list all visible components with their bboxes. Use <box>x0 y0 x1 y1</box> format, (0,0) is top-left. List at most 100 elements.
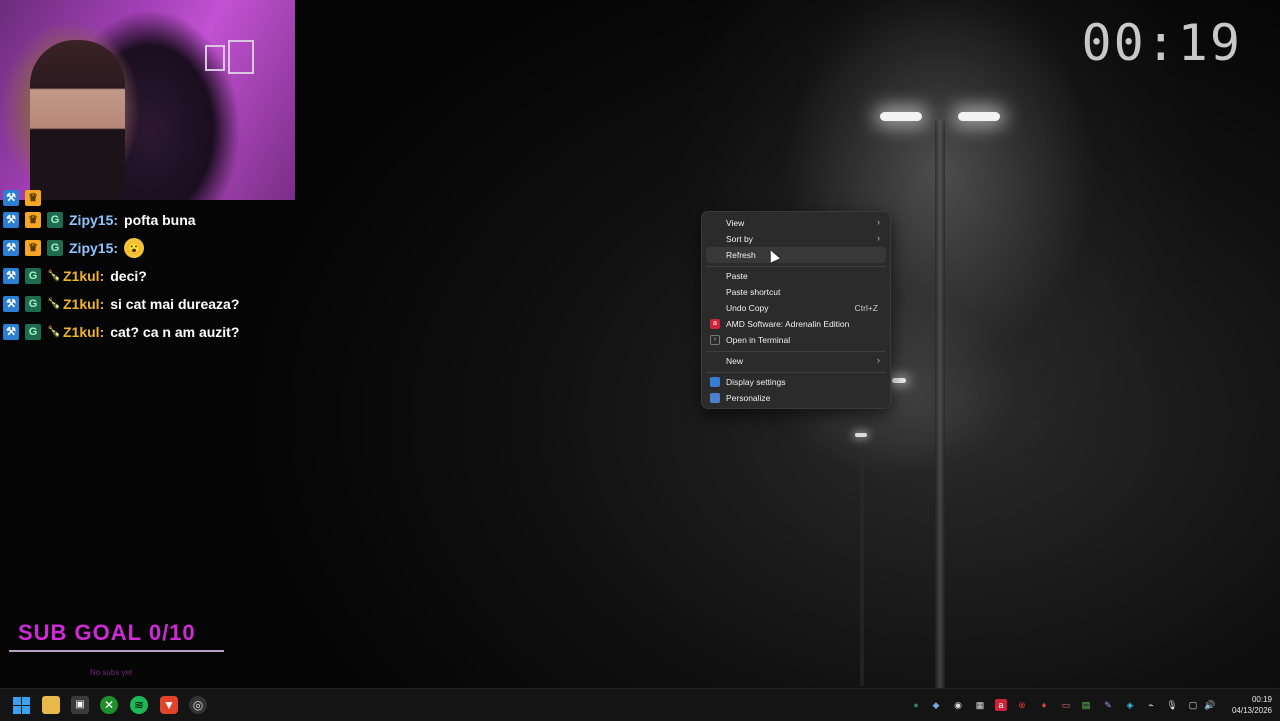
webcam-streamer <box>30 40 125 200</box>
wallpaper-lamp-light-right <box>958 112 1000 121</box>
chat-message: ⚒ G 🍾 Z1kul: si cat mai dureaza? <box>0 290 300 318</box>
chat-text: deci? <box>110 268 147 284</box>
chat-overlay: ⚒ ♛ ⚒ ♛ G Zipy15: pofta buna ⚒ ♛ G Zipy1… <box>0 190 300 346</box>
microphone-icon[interactable]: 🎙 <box>1166 699 1178 711</box>
moderator-badge-icon: ⚒ <box>3 212 19 228</box>
amd-icon: a <box>710 319 720 329</box>
tray-app-icon[interactable]: ● <box>910 699 922 711</box>
start-icon[interactable] <box>12 696 30 714</box>
moderator-badge-icon: ⚒ <box>3 268 19 284</box>
tray-app-icon[interactable]: ◉ <box>952 699 964 711</box>
menu-item-label: Display settings <box>726 377 786 387</box>
taskbar-clock[interactable]: 00:19 04/13/2026 <box>1232 694 1272 716</box>
menu-item-label: Paste shortcut <box>726 287 781 297</box>
wallpaper-lamp-pole <box>935 120 945 688</box>
file-explorer-icon[interactable] <box>42 696 60 714</box>
obs-icon[interactable]: ◎ <box>189 696 207 714</box>
volume-icon[interactable]: 🔊 <box>1204 699 1216 711</box>
chevron-right-icon: › <box>877 217 880 227</box>
chat-message: ⚒ G 🍾 Z1kul: cat? ca n am auzit? <box>0 318 300 346</box>
menu-item-display-settings[interactable]: Display settings <box>706 374 886 390</box>
tray-app-icon[interactable]: ▤ <box>1080 699 1092 711</box>
wallpaper-lamp-distant <box>892 378 906 383</box>
bottle-badge-icon: 🍾 <box>47 298 61 310</box>
bottle-badge-icon: 🍾 <box>47 270 61 282</box>
chevron-right-icon: › <box>877 355 880 365</box>
chat-username: Z1kul: <box>63 268 105 284</box>
shield-icon[interactable]: ◈ <box>1124 699 1136 711</box>
menu-item-undo-copy[interactable]: Undo Copy Ctrl+Z <box>706 300 886 316</box>
crown-badge-icon: ♛ <box>25 212 41 228</box>
chat-text: pofta buna <box>124 212 196 228</box>
wallpaper-lamp-light-left <box>880 112 922 121</box>
menu-item-label: View <box>726 218 745 228</box>
menu-item-refresh[interactable]: Refresh <box>706 247 886 263</box>
menu-item-view[interactable]: View › <box>706 215 886 231</box>
sub-goal-note: No subs yet <box>90 668 133 677</box>
tray-app-icon[interactable]: ♦ <box>1038 699 1050 711</box>
network-icon[interactable]: ▢ <box>1187 699 1199 711</box>
menu-item-new[interactable]: New › <box>706 353 886 369</box>
tray-app-icon[interactable]: ▭ <box>1060 699 1072 711</box>
chevron-right-icon: › <box>877 233 880 243</box>
subscriber-badge-icon: G <box>47 240 63 256</box>
spotify-icon[interactable]: ≋ <box>130 696 148 714</box>
menu-separator <box>706 372 886 373</box>
tray-app-icon[interactable]: ✎ <box>1102 699 1114 711</box>
desktop-context-menu: View › Sort by › Refresh Paste Paste sho… <box>701 211 891 409</box>
clock-date: 04/13/2026 <box>1231 706 1272 715</box>
crown-badge-icon: ♛ <box>25 190 41 206</box>
menu-separator <box>706 266 886 267</box>
wallpaper-lamp-distant-2 <box>855 433 867 437</box>
menu-item-label: Refresh <box>726 250 756 260</box>
amd-tray-icon[interactable]: a <box>995 699 1007 711</box>
chat-username: Zipy15: <box>69 240 119 256</box>
chat-line-partial: ⚒ ♛ <box>0 190 300 206</box>
moderator-badge-icon: ⚒ <box>3 190 19 206</box>
subscriber-badge-icon: G <box>25 296 41 312</box>
menu-item-label: AMD Software: Adrenalin Edition <box>726 319 850 329</box>
menu-item-paste[interactable]: Paste <box>706 268 886 284</box>
chat-text: cat? ca n am auzit? <box>110 324 240 340</box>
menu-item-shortcut: Ctrl+Z <box>854 303 878 313</box>
webcam-overlay <box>0 0 295 200</box>
menu-item-label: Undo Copy <box>726 303 769 313</box>
tray-app-icon[interactable]: ⌁ <box>1145 699 1157 711</box>
steam-icon[interactable]: ◆ <box>930 699 942 711</box>
tray-app-icon[interactable]: ▦ <box>974 699 986 711</box>
store-icon[interactable]: ▣ <box>71 696 89 714</box>
menu-item-label: New <box>726 356 744 366</box>
clock-time: 00:19 <box>1251 695 1272 704</box>
crown-badge-icon: ♛ <box>25 240 41 256</box>
menu-item-paste-shortcut[interactable]: Paste shortcut <box>706 284 886 300</box>
subscriber-badge-icon: G <box>25 268 41 284</box>
webcam-wall-frame <box>228 40 254 74</box>
personalize-icon <box>710 393 720 403</box>
menu-item-label: Sort by <box>726 234 753 244</box>
subscriber-badge-icon: G <box>47 212 63 228</box>
menu-item-label: Personalize <box>726 393 771 403</box>
chat-message: ⚒ G 🍾 Z1kul: deci? <box>0 262 300 290</box>
sub-goal-label: SUB GOAL 0/10 <box>18 620 196 645</box>
chat-emote: 😮 <box>124 238 145 258</box>
chat-text: si cat mai dureaza? <box>110 296 240 312</box>
menu-item-personalize[interactable]: Personalize <box>706 390 886 406</box>
moderator-badge-icon: ⚒ <box>3 324 19 340</box>
webcam-wall-frame <box>205 45 225 71</box>
xbox-icon[interactable]: ✕ <box>100 696 118 714</box>
chat-message: ⚒ ♛ G Zipy15: 😮 <box>0 234 300 262</box>
wallpaper-lamp-pole-distant <box>860 436 864 686</box>
brave-icon[interactable]: ▼ <box>160 696 178 714</box>
menu-item-open-in-terminal[interactable]: › Open in Terminal <box>706 332 886 348</box>
bottle-badge-icon: 🍾 <box>47 326 61 338</box>
menu-item-amd-software[interactable]: a AMD Software: Adrenalin Edition <box>706 316 886 332</box>
chat-username: Zipy15: <box>69 212 119 228</box>
stream-timer: 00:19 <box>1081 14 1242 72</box>
menu-separator <box>706 351 886 352</box>
moderator-badge-icon: ⚒ <box>3 240 19 256</box>
menu-item-sort-by[interactable]: Sort by › <box>706 231 886 247</box>
menu-item-label: Open in Terminal <box>726 335 791 345</box>
tray-app-icon[interactable]: ⊗ <box>1016 699 1028 711</box>
chat-username: Z1kul: <box>63 296 105 312</box>
subscriber-badge-icon: G <box>25 324 41 340</box>
